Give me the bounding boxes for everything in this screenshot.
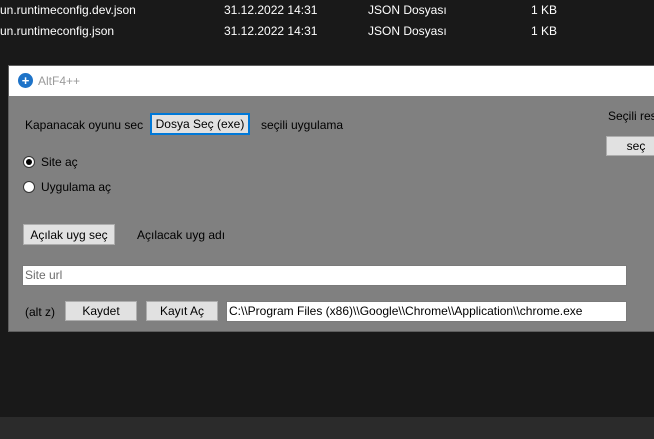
bottom-strip	[0, 417, 654, 439]
site-url-input[interactable]: Site url	[22, 265, 627, 286]
open-app-name-label: Açılacak uyg adı	[137, 228, 226, 242]
file-date: 31.12.2022 14:31	[224, 24, 318, 38]
file-row[interactable]: un.runtimeconfig.dev.json 31.12.2022 14:…	[0, 0, 654, 20]
file-size: 1 KB	[531, 3, 558, 17]
path-field[interactable]: C:\\Program Files (x86)\\Google\\Chrome\…	[226, 301, 627, 322]
open-app-button[interactable]: Açılak uyg seç	[23, 224, 115, 245]
window-titlebar[interactable]: + AltF4++	[9, 66, 654, 96]
file-type: JSON Dosyası	[368, 24, 447, 38]
window-title: AltF4++	[38, 74, 81, 88]
app-radio[interactable]	[23, 181, 35, 193]
file-name: un.runtimeconfig.json	[0, 24, 115, 38]
file-type: JSON Dosyası	[368, 3, 447, 17]
hotkey-label: (alt z)	[25, 305, 55, 319]
game-label: Kapanacak oyunu sec	[25, 118, 144, 132]
save-button[interactable]: Kaydet	[65, 301, 137, 321]
selected-app-label: seçili uygulama	[261, 118, 344, 132]
site-radio[interactable]	[23, 156, 35, 168]
file-name: un.runtimeconfig.dev.json	[0, 3, 136, 17]
altf4-app-icon: +	[18, 73, 33, 88]
altf4-window: + AltF4++ Kapanacak oyunu sec Dosya Seç …	[9, 66, 654, 331]
file-row[interactable]: un.runtimeconfig.json 31.12.2022 14:31 J…	[0, 21, 654, 41]
open-record-button[interactable]: Kayıt Aç	[146, 301, 218, 321]
site-radio-label[interactable]: Site aç	[41, 155, 78, 169]
choose-file-button[interactable]: Dosya Seç (exe)	[150, 113, 250, 135]
file-date: 31.12.2022 14:31	[224, 3, 318, 17]
app-radio-label[interactable]: Uygulama aç	[41, 180, 111, 194]
res-select-button[interactable]: seç	[606, 136, 654, 156]
selected-res-label: Seçili res	[608, 109, 654, 123]
file-size: 1 KB	[531, 24, 558, 38]
